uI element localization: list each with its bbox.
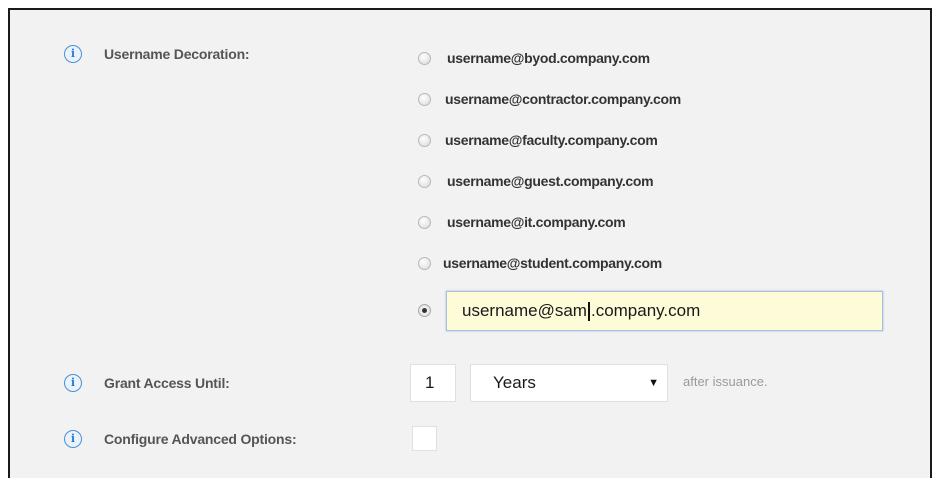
grant-access-row: i Grant Access Until: <box>64 374 230 392</box>
radio-option-faculty[interactable]: username@faculty.company.com <box>418 132 658 148</box>
form-panel <box>8 8 932 478</box>
radio-label-byod: username@byod.company.com <box>447 50 650 66</box>
radio-button[interactable] <box>418 51 431 65</box>
radio-option-contractor[interactable]: username@contractor.company.com <box>418 91 681 107</box>
advanced-options-label: Configure Advanced Options: <box>104 431 297 447</box>
radio-option-byod[interactable]: username@byod.company.com <box>418 50 650 66</box>
access-unit-value: Years <box>493 373 536 392</box>
radio-label-faculty: username@faculty.company.com <box>445 132 658 148</box>
radio-button[interactable] <box>418 133 431 147</box>
radio-button[interactable] <box>418 215 431 229</box>
after-issuance-text: after issuance. <box>683 374 768 389</box>
access-unit-select[interactable]: Years ▼ <box>470 364 668 402</box>
custom-domain-input[interactable]: username@sam .company.com <box>446 291 883 331</box>
info-icon[interactable]: i <box>64 430 82 448</box>
custom-domain-value-start: username@sam <box>462 301 587 320</box>
access-amount-value: 1 <box>425 373 435 392</box>
radio-label-it: username@it.company.com <box>447 214 626 230</box>
radio-button[interactable] <box>418 256 431 270</box>
radio-button[interactable] <box>418 92 431 106</box>
info-icon[interactable]: i <box>64 374 82 392</box>
radio-option-custom[interactable] <box>418 304 431 317</box>
custom-domain-value-end: .company.com <box>590 301 701 320</box>
advanced-options-checkbox[interactable] <box>412 426 437 451</box>
radio-button-selected[interactable] <box>418 304 431 317</box>
radio-label-student: username@student.company.com <box>443 255 662 271</box>
username-decoration-row: i Username Decoration: <box>64 45 250 63</box>
advanced-options-row: i Configure Advanced Options: <box>64 430 297 448</box>
radio-label-contractor: username@contractor.company.com <box>445 91 681 107</box>
radio-button[interactable] <box>418 174 431 188</box>
radio-label-guest: username@guest.company.com <box>447 173 654 189</box>
dropdown-arrow-icon: ▼ <box>648 377 659 389</box>
info-icon[interactable]: i <box>64 45 82 63</box>
radio-option-student[interactable]: username@student.company.com <box>418 255 662 271</box>
access-amount-input[interactable]: 1 <box>410 364 456 402</box>
text-caret <box>587 301 590 321</box>
grant-access-label: Grant Access Until: <box>104 375 230 391</box>
username-decoration-label: Username Decoration: <box>104 46 250 62</box>
radio-option-it[interactable]: username@it.company.com <box>418 214 626 230</box>
radio-option-guest[interactable]: username@guest.company.com <box>418 173 654 189</box>
